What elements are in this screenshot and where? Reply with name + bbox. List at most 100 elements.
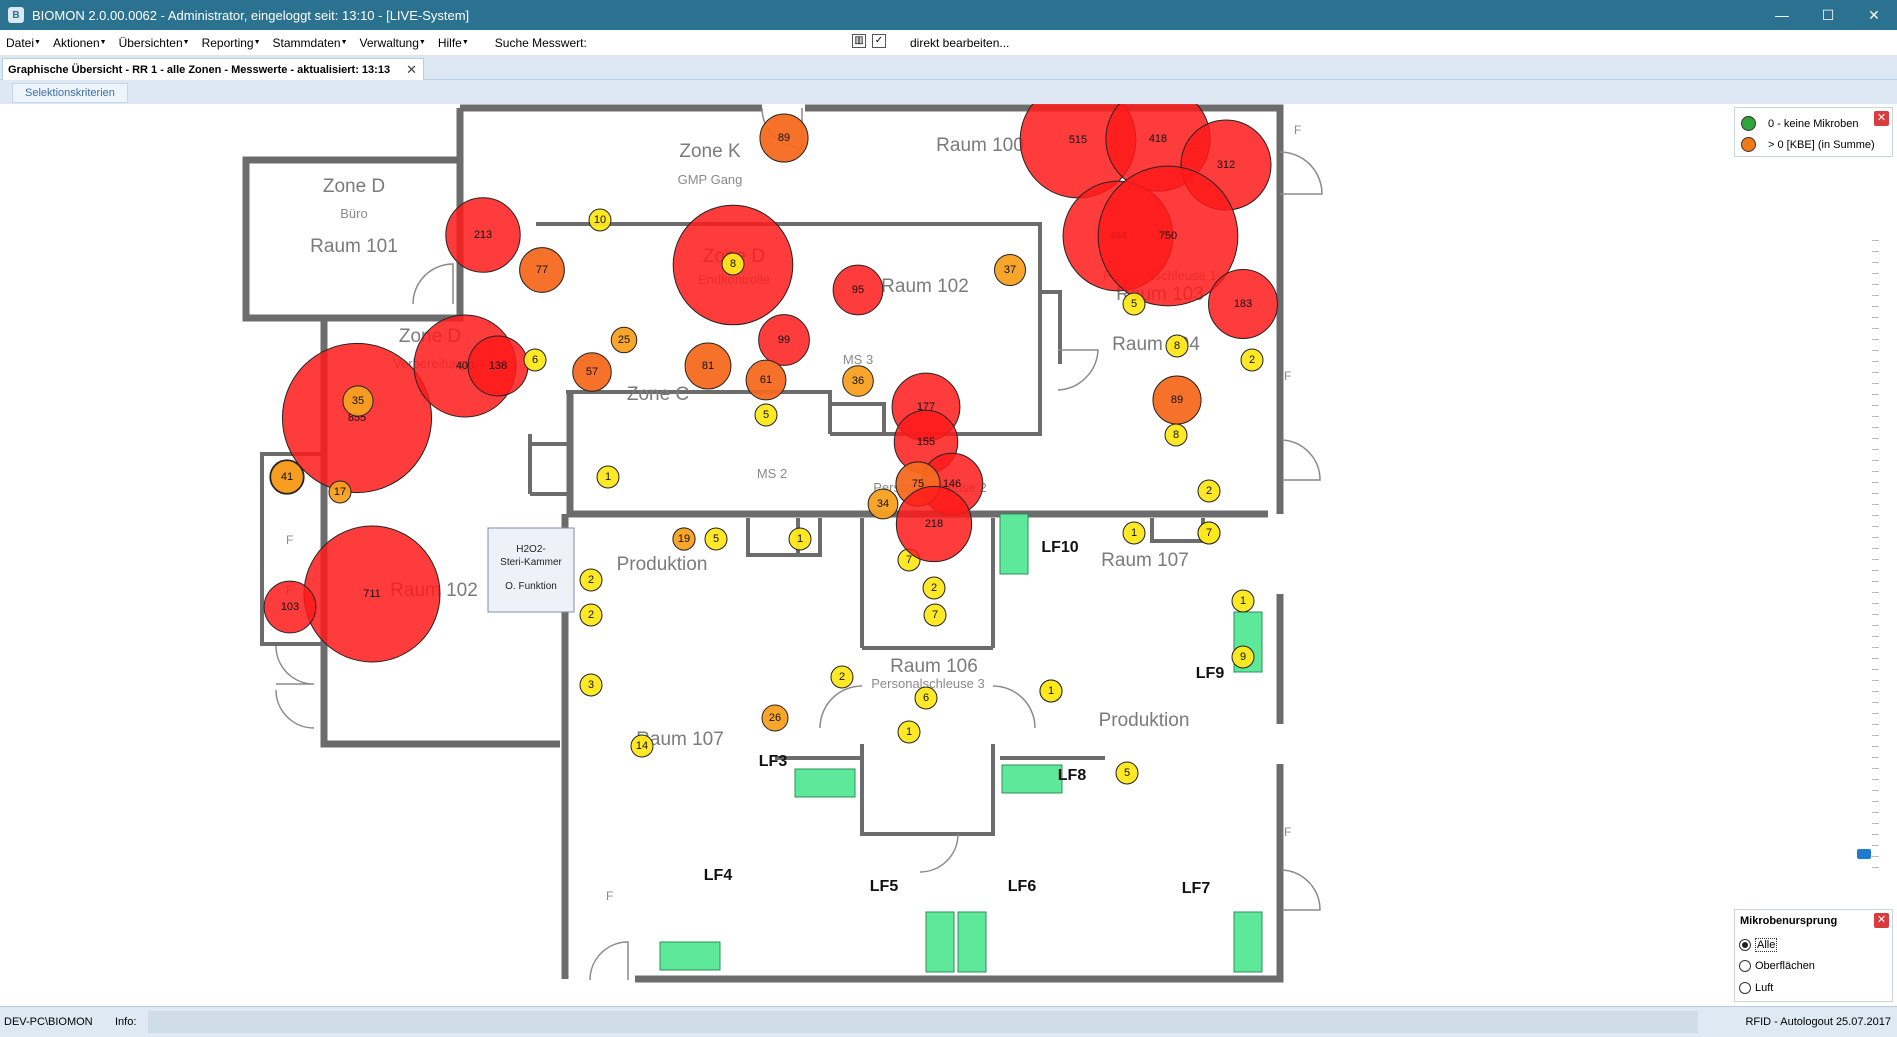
measurement-bubble[interactable]: 89 — [1152, 375, 1202, 425]
measurement-bubble[interactable]: 81 — [684, 342, 732, 390]
measurement-bubble[interactable]: 218 — [895, 485, 973, 563]
bubble-value: 1 — [605, 471, 611, 483]
measurement-bubble[interactable]: 103 — [263, 580, 317, 634]
barcode-icon[interactable]: ▥ — [852, 34, 866, 48]
tab-graphische-uebersicht[interactable]: Graphische Übersicht - RR 1 - alle Zonen… — [2, 58, 424, 80]
maximize-button[interactable]: ☐ — [1805, 0, 1851, 30]
bubble-value: 37 — [1004, 264, 1016, 276]
checkbox-icon[interactable]: ✓ — [872, 34, 886, 48]
lf-label: LF3 — [759, 753, 788, 770]
slider-tick — [1872, 801, 1879, 802]
close-window-button[interactable]: ✕ — [1851, 0, 1897, 30]
menu-hilfe[interactable]: Hilfe▼ — [432, 36, 475, 50]
dropdown-arrow-icon: ▼ — [99, 38, 107, 46]
measurement-bubble[interactable]: 5 — [1115, 761, 1139, 785]
close-legend-icon[interactable]: ✕ — [1874, 111, 1889, 126]
measurement-bubble[interactable]: 99 — [758, 314, 810, 366]
menu-reporting[interactable]: Reporting▼ — [196, 36, 267, 50]
measurement-bubble[interactable]: 41 — [270, 460, 304, 494]
measurement-bubble[interactable]: 5 — [1122, 292, 1146, 316]
radio-luft[interactable]: Luft — [1739, 982, 1773, 994]
measurement-bubble[interactable]: 711 — [303, 525, 441, 663]
measurement-bubble[interactable]: 2 — [579, 568, 603, 592]
slider-thumb[interactable] — [1857, 849, 1871, 859]
selektionskriterien-button[interactable]: Selektionskriterien — [12, 83, 128, 103]
bubble-value: 7 — [906, 554, 912, 566]
measurement-bubble[interactable]: 57 — [572, 352, 612, 392]
measurement-bubble[interactable]: 2 — [830, 665, 854, 689]
measurement-bubble[interactable]: 8 — [1165, 334, 1189, 358]
measurement-bubble[interactable]: 5 — [704, 527, 728, 551]
radio-alle[interactable]: Alle — [1739, 938, 1778, 952]
measurement-bubble[interactable]: 89 — [759, 113, 809, 163]
slider-tick — [1872, 757, 1879, 758]
room-label: Raum 100 — [936, 135, 1024, 156]
measurement-bubble[interactable]: 2 — [1240, 348, 1264, 372]
measurement-bubble[interactable]: 19 — [672, 527, 696, 551]
bubble-value: 2 — [839, 671, 845, 683]
measurement-bubble[interactable]: 6 — [914, 686, 938, 710]
menu-stammdaten[interactable]: Stammdaten▼ — [267, 36, 354, 50]
measurement-bubble[interactable]: 25 — [610, 326, 638, 354]
measurement-bubble[interactable]: 35 — [342, 385, 374, 417]
slider-tick — [1872, 856, 1879, 857]
measurement-bubble[interactable]: 7 — [1197, 521, 1221, 545]
minimize-button[interactable]: — — [1759, 0, 1805, 30]
measurement-bubble[interactable]: 855 — [281, 342, 433, 494]
floor-plan-svg: H2O2- Steri-Kammer O. Funktion Zone K Rau… — [242, 104, 1323, 983]
measurement-bubble[interactable]: 8 — [721, 252, 745, 276]
radio-button-selected[interactable] — [1739, 939, 1751, 951]
measurement-bubble[interactable]: 9 — [1231, 645, 1255, 669]
measurement-bubble[interactable]: 1 — [788, 527, 812, 551]
measurement-bubble[interactable]: 7 — [923, 603, 947, 627]
measurement-bubble[interactable]: 8 — [1164, 423, 1188, 447]
measurement-bubble[interactable]: 2 — [922, 576, 946, 600]
measurement-bubble[interactable]: 95 — [832, 264, 884, 316]
measurement-bubble[interactable]: 34 — [867, 488, 899, 520]
legend-panel: 0 - keine Mikroben > 0 [KBE] (in Summe) … — [1734, 107, 1893, 157]
measurement-bubble[interactable]: 1 — [897, 720, 921, 744]
measurement-bubble[interactable]: 17 — [328, 480, 352, 504]
measurement-bubble[interactable]: 14 — [630, 734, 654, 758]
menu-uebersichten[interactable]: Übersichten▼ — [113, 36, 196, 50]
radio-button[interactable] — [1739, 960, 1751, 972]
measurement-bubble[interactable]: 5 — [754, 403, 778, 427]
measurement-bubble[interactable]: 183 — [1208, 269, 1278, 339]
measurement-bubble[interactable]: 61 — [745, 359, 787, 401]
bubble-value: 77 — [536, 264, 548, 276]
slider-tick — [1872, 394, 1879, 395]
measurement-bubble[interactable]: 138 — [467, 335, 529, 397]
measurement-bubble[interactable]: 1 — [596, 465, 620, 489]
door-label: F — [1284, 825, 1291, 839]
measurement-bubble[interactable]: 26 — [761, 704, 789, 732]
measurement-bubble[interactable]: 2 — [579, 603, 603, 627]
bubble-value: 1 — [1131, 527, 1137, 539]
bubble-value: 1 — [797, 533, 803, 545]
radio-oberflaechen[interactable]: Oberflächen — [1739, 960, 1815, 972]
measurement-bubble[interactable]: 1 — [1039, 679, 1063, 703]
slider-tick — [1872, 515, 1879, 516]
zoom-slider[interactable] — [1857, 240, 1882, 870]
menu-verwaltung[interactable]: Verwaltung▼ — [354, 36, 432, 50]
bubble-value: 99 — [778, 334, 790, 346]
menu-datei[interactable]: Datei▼ — [0, 36, 47, 50]
measurement-bubble[interactable]: 2 — [1197, 479, 1221, 503]
measurement-bubble[interactable]: 77 — [519, 247, 565, 293]
direkt-bearbeiten-label[interactable]: direkt bearbeiten... — [910, 36, 1009, 50]
measurement-bubble[interactable]: 6 — [523, 348, 547, 372]
radio-button[interactable] — [1739, 982, 1751, 994]
measurement-bubble[interactable]: 37 — [993, 253, 1027, 287]
close-origin-icon[interactable]: ✕ — [1874, 913, 1889, 928]
measurement-bubble[interactable]: 1 — [1231, 589, 1255, 613]
bubble-value: 1 — [906, 726, 912, 738]
close-tab-icon[interactable]: ✕ — [406, 62, 417, 78]
measurement-bubble[interactable]: 1 — [1122, 521, 1146, 545]
measurement-bubble[interactable]: 3 — [579, 673, 603, 697]
slider-tick — [1872, 724, 1879, 725]
menu-aktionen[interactable]: Aktionen▼ — [47, 36, 113, 50]
measurement-bubble[interactable]: 36 — [842, 365, 874, 397]
lf-label: LF7 — [1182, 880, 1211, 897]
measurement-bubble[interactable]: 213 — [445, 197, 521, 273]
measurement-bubble[interactable]: 10 — [588, 208, 612, 232]
toolbar-icons: ▥ ✓ — [852, 34, 886, 48]
